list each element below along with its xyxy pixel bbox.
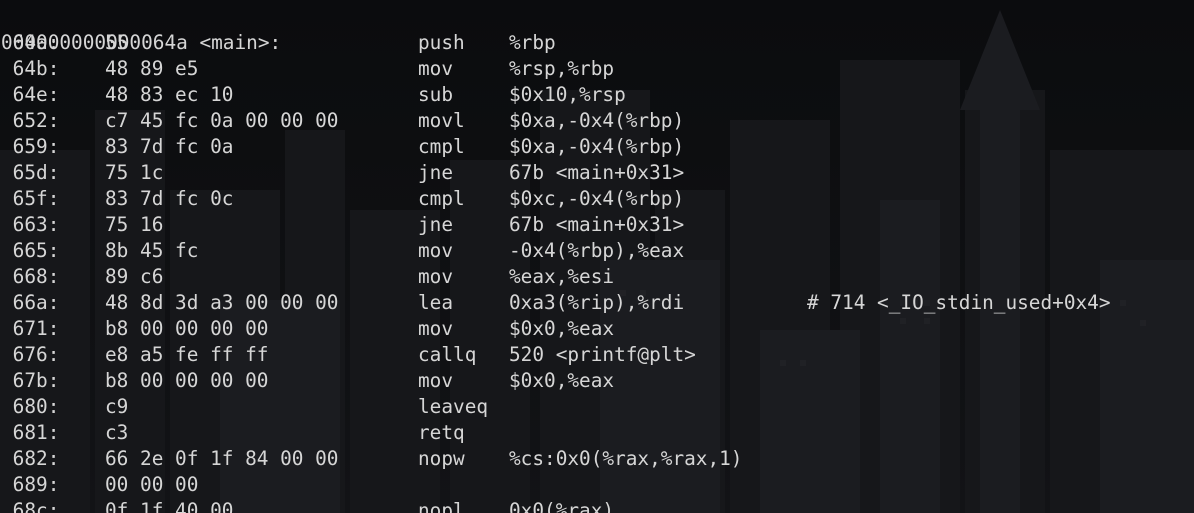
instruction-address: 665: (1, 239, 60, 262)
instruction-mnemonic: mov (418, 369, 454, 392)
instruction-mnemonic: push (418, 31, 465, 54)
instruction-mnemonic: mov (418, 265, 454, 288)
instruction-address: 66a: (1, 291, 60, 314)
instruction-bytes: 0f 1f 40 00 (105, 499, 234, 513)
instruction-operands: -0x4(%rbp),%eax (509, 239, 685, 262)
instruction-line: 668: 89 c6 mov %eax,%esi (1, 264, 614, 290)
instruction-operands: %rsp,%rbp (509, 57, 615, 80)
instruction-line: 659: 83 7d fc 0a cmpl $0xa,-0x4(%rbp) (1, 134, 684, 160)
instruction-line: 682: 66 2e 0f 1f 84 00 00 nopw %cs:0x0(%rax… (1, 446, 743, 472)
instruction-bytes: 00 00 00 (105, 473, 199, 496)
instruction-bytes: 75 16 (105, 213, 164, 236)
instruction-operands: 0x0(%rax) (509, 499, 615, 513)
instruction-address: 64a: (1, 31, 60, 54)
instruction-mnemonic: lea (418, 291, 454, 314)
instruction-operands: 67b <main+0x31> (509, 161, 685, 184)
instruction-operands: 0xa3(%rip),%rdi (509, 291, 685, 314)
instruction-bytes: 48 89 e5 (105, 57, 199, 80)
instruction-line: 64a: 55 push %rbp (1, 30, 556, 56)
instruction-operands: $0xa,-0x4(%rbp) (509, 135, 685, 158)
instruction-address: 65f: (1, 187, 60, 210)
instruction-mnemonic: mov (418, 239, 454, 262)
instruction-bytes: 75 1c (105, 161, 164, 184)
instruction-bytes: 48 8d 3d a3 00 00 00 (105, 291, 339, 314)
instruction-mnemonic: mov (418, 317, 454, 340)
instruction-operands: 67b <main+0x31> (509, 213, 685, 236)
disassembly-output: 000000000000064a <main>: 64a: 55 push %rbp … (1, 4, 1111, 513)
instruction-line: 652: c7 45 fc 0a 00 00 00 movl $0xa,-0x4(%r… (1, 108, 684, 134)
instruction-operands: $0xc,-0x4(%rbp) (509, 187, 685, 210)
instruction-line: 67b: b8 00 00 00 00 mov $0x0,%eax (1, 368, 614, 394)
instruction-mnemonic: nopw (418, 447, 465, 470)
instruction-line: 65f: 83 7d fc 0c cmpl $0xc,-0x4(%rbp) (1, 186, 684, 212)
instruction-bytes: c9 (105, 395, 129, 418)
instruction-address: 67b: (1, 369, 60, 392)
instruction-address: 689: (1, 473, 60, 496)
instruction-bytes: b8 00 00 00 00 (105, 369, 269, 392)
instruction-mnemonic: movl (418, 109, 465, 132)
instruction-address: 68c: (1, 499, 60, 513)
instruction-address: 65d: (1, 161, 60, 184)
instruction-operands: $0x0,%eax (509, 369, 615, 392)
instruction-address: 671: (1, 317, 60, 340)
instruction-line: 665: 8b 45 fc mov -0x4(%rbp),%eax (1, 238, 684, 264)
instruction-address: 659: (1, 135, 60, 158)
instruction-mnemonic: jne (418, 161, 454, 184)
instruction-bytes: 48 83 ec 10 (105, 83, 234, 106)
instruction-bytes: 83 7d fc 0c (105, 187, 234, 210)
instruction-bytes: c3 (105, 421, 129, 444)
instruction-operands: %rbp (509, 31, 556, 54)
instruction-mnemonic: nopl (418, 499, 465, 513)
instruction-address: 681: (1, 421, 60, 444)
instruction-mnemonic: cmpl (418, 135, 465, 158)
instruction-mnemonic: sub (418, 83, 454, 106)
instruction-line: 663: 75 16 jne 67b <main+0x31> (1, 212, 684, 238)
instruction-mnemonic: leaveq (418, 395, 489, 418)
function-header-line: 000000000000064a <main>: (1, 4, 281, 54)
instruction-bytes: 83 7d fc 0a (105, 135, 234, 158)
instruction-line: 64e: 48 83 ec 10 sub $0x10,%rsp (1, 82, 626, 108)
instruction-operands: 520 <printf@plt> (509, 343, 696, 366)
terminal-window[interactable]: 000000000000064a <main>: 64a: 55 push %rbp … (0, 0, 1194, 513)
instruction-bytes: 8b 45 fc (105, 239, 199, 262)
instruction-address: 64e: (1, 83, 60, 106)
instruction-line: 671: b8 00 00 00 00 mov $0x0,%eax (1, 316, 614, 342)
instruction-address: 663: (1, 213, 60, 236)
instruction-line: 65d: 75 1c jne 67b <main+0x31> (1, 160, 684, 186)
instruction-line: 680: c9 leaveq (1, 394, 488, 420)
instruction-comment: # 714 <_IO_stdin_used+0x4> (807, 291, 1111, 314)
instruction-line: 676: e8 a5 fe ff ff callq 520 <printf@plt> (1, 342, 696, 368)
instruction-bytes: c7 45 fc 0a 00 00 00 (105, 109, 339, 132)
instruction-mnemonic: retq (418, 421, 465, 444)
instruction-operands: $0xa,-0x4(%rbp) (509, 109, 685, 132)
instruction-operands: %cs:0x0(%rax,%rax,1) (509, 447, 743, 470)
instruction-line: 681: c3 retq (1, 420, 465, 446)
instruction-address: 682: (1, 447, 60, 470)
instruction-bytes: e8 a5 fe ff ff (105, 343, 269, 366)
instruction-mnemonic: callq (418, 343, 477, 366)
instruction-address: 676: (1, 343, 60, 366)
instruction-bytes: 89 c6 (105, 265, 164, 288)
instruction-bytes: b8 00 00 00 00 (105, 317, 269, 340)
instruction-address: 680: (1, 395, 60, 418)
instruction-line: 689: 00 00 00 (1, 472, 199, 498)
instruction-mnemonic: cmpl (418, 187, 465, 210)
instruction-line: 68c: 0f 1f 40 00 nopl 0x0(%rax) (1, 498, 614, 513)
instruction-operands: $0x10,%rsp (509, 83, 626, 106)
instruction-address: 64b: (1, 57, 60, 80)
instruction-address: 668: (1, 265, 60, 288)
instruction-mnemonic: jne (418, 213, 454, 236)
instruction-bytes: 66 2e 0f 1f 84 00 00 (105, 447, 339, 470)
instruction-bytes: 55 (105, 31, 129, 54)
instruction-line: 66a: 48 8d 3d a3 00 00 00 lea 0xa3(%rip),%r… (1, 290, 1111, 316)
instruction-line: 64b: 48 89 e5 mov %rsp,%rbp (1, 56, 614, 82)
instruction-address: 652: (1, 109, 60, 132)
instruction-mnemonic: mov (418, 57, 454, 80)
instruction-operands: %eax,%esi (509, 265, 615, 288)
instruction-operands: $0x0,%eax (509, 317, 615, 340)
